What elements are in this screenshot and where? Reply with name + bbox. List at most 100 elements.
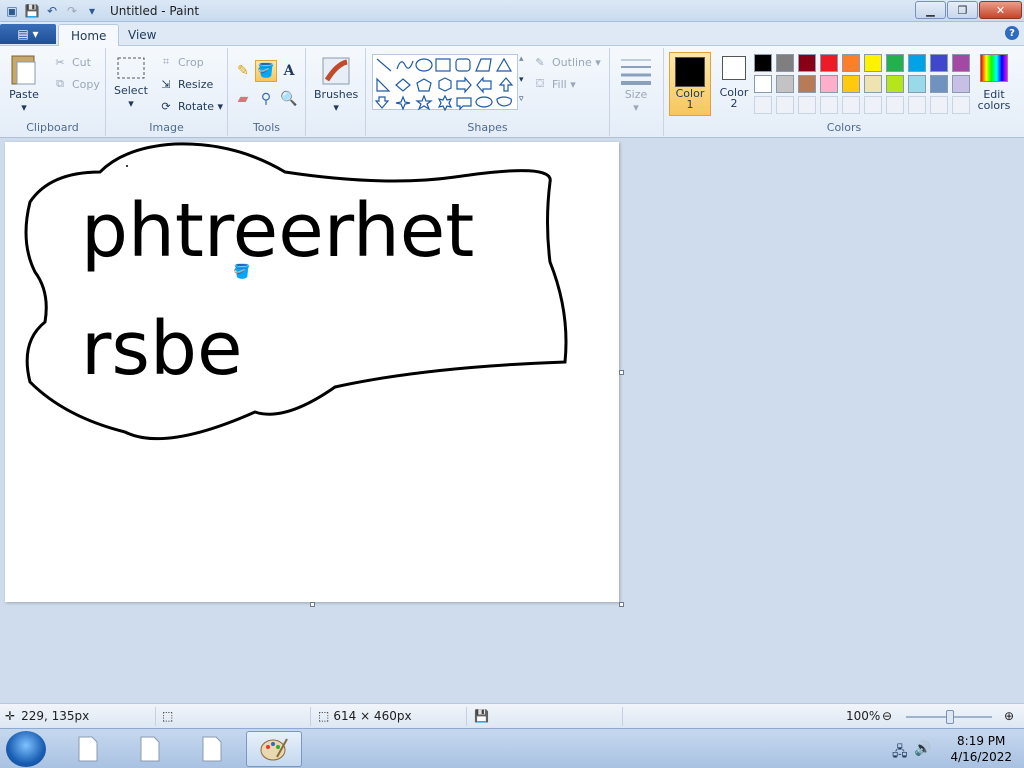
status-bar: ✛ 229, 135px ⬚ ⬚ 614 × 460px 💾 100% ⊖ ⊕	[0, 703, 1024, 728]
window-title: Untitled - Paint	[110, 3, 200, 18]
outline-icon: ✎	[535, 55, 545, 69]
undo-icon[interactable]: ↶	[44, 3, 60, 19]
tab-home[interactable]: Home	[58, 24, 120, 46]
system-clock[interactable]: 8:19 PM 4/16/2022	[950, 733, 1012, 765]
resize-handle-right[interactable]	[619, 370, 624, 375]
palette-color-swatch[interactable]	[820, 54, 838, 72]
palette-custom-slot[interactable]	[820, 96, 838, 114]
drawing-canvas[interactable]: phtreerhet rsbe 🪣	[5, 142, 619, 602]
brushes-group: Brushes ▾	[306, 48, 366, 136]
fill-icon: ⛋	[535, 77, 545, 90]
palette-color-swatch[interactable]	[798, 54, 816, 72]
paint-menu-button[interactable]: ▤ ▾	[0, 24, 56, 44]
resize-handle-bottom[interactable]	[310, 602, 315, 607]
palette-color-swatch[interactable]	[776, 54, 794, 72]
redo-icon[interactable]: ↷	[64, 3, 80, 19]
copy-button[interactable]: ⧉ Copy	[52, 76, 100, 92]
zoom-level: 100%	[846, 709, 881, 723]
document-icon	[202, 736, 222, 762]
pencil-icon[interactable]: ✎	[232, 60, 254, 82]
customize-qat-icon[interactable]: ▾	[84, 3, 100, 19]
magnifier-icon[interactable]: 🔍	[278, 88, 300, 110]
text-tool-icon[interactable]: A	[278, 60, 300, 82]
palette-color-swatch[interactable]	[908, 54, 926, 72]
taskbar-document-3[interactable]	[184, 731, 240, 767]
start-button[interactable]	[6, 731, 46, 767]
palette-color-swatch[interactable]	[952, 54, 970, 72]
resize-button[interactable]: ⇲ Resize	[158, 76, 213, 92]
palette-color-swatch[interactable]	[754, 54, 772, 72]
disk-icon: 💾	[474, 709, 489, 723]
palette-custom-slot[interactable]	[930, 96, 948, 114]
taskbar-paint[interactable]	[246, 731, 302, 767]
palette-color-swatch[interactable]	[886, 75, 904, 93]
eraser-icon[interactable]: ▰	[232, 88, 254, 110]
palette-custom-slot[interactable]	[798, 96, 816, 114]
selection-icon: ⬚	[162, 709, 174, 723]
zoom-in-button[interactable]: ⊕	[1004, 709, 1014, 723]
resize-handle-corner[interactable]	[619, 602, 624, 607]
palette-color-swatch[interactable]	[952, 75, 970, 93]
maximize-button[interactable]: ❐	[947, 1, 978, 19]
palette-color-swatch[interactable]	[798, 75, 816, 93]
palette-color-swatch[interactable]	[842, 54, 860, 72]
select-button[interactable]: Select ▾	[114, 54, 148, 110]
palette-custom-slot[interactable]	[908, 96, 926, 114]
color1-swatch	[675, 57, 705, 87]
save-icon[interactable]: 💾	[24, 3, 40, 19]
fill-bucket-icon[interactable]: 🪣	[255, 60, 277, 82]
shapes-scroll-down[interactable]: ▾	[519, 75, 524, 85]
palette-color-swatch[interactable]	[886, 54, 904, 72]
colors-group-label: Colors	[826, 121, 862, 134]
palette-custom-slot[interactable]	[754, 96, 772, 114]
palette-color-swatch[interactable]	[864, 54, 882, 72]
tools-group: ✎ 🪣 A ▰ ⚲ 🔍 Tools	[228, 48, 306, 136]
canvas-text-line1: phtreerhet	[81, 188, 475, 274]
shapes-scroll-up[interactable]: ▴	[519, 54, 524, 64]
palette-color-swatch[interactable]	[820, 75, 838, 93]
palette-color-swatch[interactable]	[864, 75, 882, 93]
palette-color-swatch[interactable]	[930, 75, 948, 93]
palette-color-swatch[interactable]	[776, 75, 794, 93]
shapes-group: ▴ ▾ ▿ ✎ Outline ▾ ⛋ Fill ▾ Shapes	[366, 48, 610, 136]
shapes-gallery	[372, 54, 518, 112]
color-picker-icon[interactable]: ⚲	[255, 88, 277, 110]
palette-color-swatch[interactable]	[930, 54, 948, 72]
brushes-button[interactable]: Brushes ▾	[314, 54, 358, 114]
paste-icon	[11, 55, 36, 85]
palette-color-swatch[interactable]	[754, 75, 772, 93]
palette-color-swatch[interactable]	[842, 75, 860, 93]
fill-button[interactable]: ⛋ Fill ▾	[532, 76, 576, 92]
tab-view[interactable]: View	[116, 24, 168, 46]
paint-app-icon[interactable]: ▣	[4, 3, 20, 19]
palette-color-swatch[interactable]	[908, 75, 926, 93]
edit-colors-button[interactable]: Edit colors	[974, 54, 1014, 112]
zoom-slider-thumb[interactable]	[946, 710, 954, 724]
palette-custom-slot[interactable]	[952, 96, 970, 114]
cut-button[interactable]: ✂ Cut	[52, 54, 91, 70]
outline-button[interactable]: ✎ Outline ▾	[532, 54, 600, 70]
size-button[interactable]: Size ▾	[619, 54, 653, 114]
volume-icon[interactable]: 🔊	[914, 741, 931, 757]
image-size: ⬚ 614 × 460px	[318, 709, 412, 723]
palette-custom-slot[interactable]	[776, 96, 794, 114]
paste-button[interactable]: Paste ▾	[8, 52, 40, 114]
network-icon[interactable]: 🖧	[892, 741, 908, 765]
color1-button[interactable]: Color 1	[669, 52, 711, 116]
image-group-label: Image	[149, 121, 184, 134]
crop-button[interactable]: ⌗ Crop	[158, 54, 204, 70]
palette-custom-slot[interactable]	[864, 96, 882, 114]
color2-button[interactable]: Color 2	[715, 56, 753, 110]
palette-custom-slot[interactable]	[842, 96, 860, 114]
help-icon[interactable]: ?	[1005, 26, 1019, 40]
taskbar-document-2[interactable]	[122, 731, 178, 767]
minimize-button[interactable]: ▁	[915, 1, 946, 19]
shapes-group-label: Shapes	[467, 121, 508, 134]
rotate-button[interactable]: ⟳ Rotate ▾	[158, 98, 223, 114]
close-button[interactable]: ✕	[979, 1, 1022, 19]
zoom-out-button[interactable]: ⊖	[882, 709, 892, 723]
shapes-expand[interactable]: ▿	[519, 94, 524, 104]
taskbar-document-1[interactable]	[60, 731, 116, 767]
palette-custom-slot[interactable]	[886, 96, 904, 114]
clipboard-group: Paste ▾ ✂ Cut ⧉ Copy Clipboard	[0, 48, 106, 136]
